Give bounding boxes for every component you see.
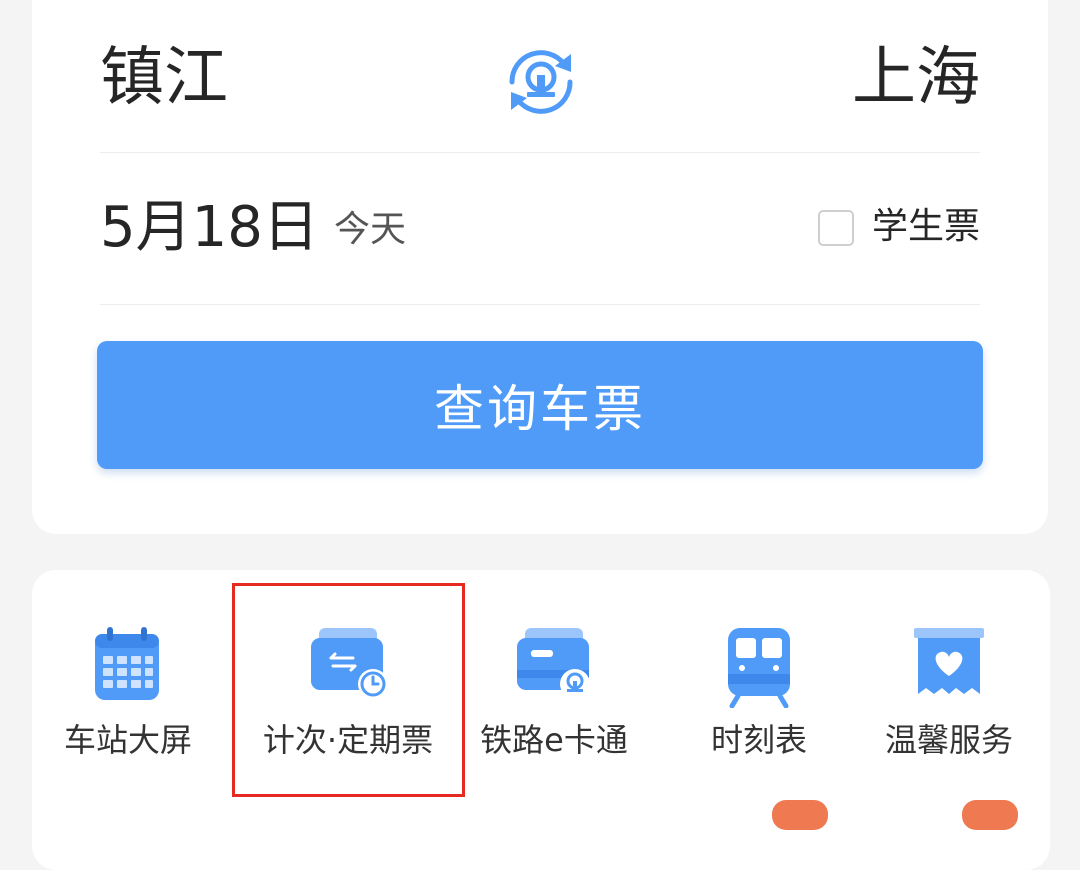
heart-service-icon — [914, 628, 984, 694]
search-tickets-button[interactable]: 查询车票 — [97, 341, 983, 469]
service-label: 计次·定期票 — [262, 721, 434, 759]
service-pass-ticket[interactable]: 计次·定期票 — [238, 570, 458, 810]
date-relative-label: 今天 — [334, 209, 407, 250]
service-e-card[interactable]: 铁路e卡通 — [444, 570, 664, 810]
service-label: 铁路e卡通 — [480, 721, 628, 759]
e-card-icon — [517, 628, 590, 699]
service-warm-service[interactable]: 温馨服务 — [839, 570, 1059, 810]
student-ticket-label[interactable]: 学生票 — [872, 209, 980, 245]
divider — [100, 304, 980, 305]
service-label: 车站大屏 — [63, 721, 192, 759]
train-icon — [728, 628, 790, 708]
service-label: 温馨服务 — [884, 721, 1013, 759]
railway-swap-icon — [509, 50, 573, 114]
pass-card-icon — [311, 628, 388, 699]
divider — [100, 152, 980, 153]
calendar-icon — [95, 627, 159, 700]
service-timetable[interactable]: 时刻表 — [649, 570, 869, 810]
service-label: 时刻表 — [710, 721, 807, 759]
from-station[interactable]: 镇江 — [100, 46, 228, 110]
to-station[interactable]: 上海 — [852, 46, 980, 110]
swap-stations-button[interactable] — [501, 42, 581, 122]
services-card: 车站大屏 计次·定期票 铁路e卡通 时刻表 温馨服务 — [32, 570, 1050, 870]
ticket-search-card: 镇江 上海 5月18日 今天 学生票 查询车票 — [32, 0, 1048, 534]
student-ticket-checkbox[interactable] — [818, 210, 854, 246]
departure-date[interactable]: 5月18日 — [100, 200, 319, 256]
promo-badge — [962, 800, 1018, 830]
service-station-screen[interactable]: 车站大屏 — [18, 570, 238, 810]
promo-badge — [772, 800, 828, 830]
